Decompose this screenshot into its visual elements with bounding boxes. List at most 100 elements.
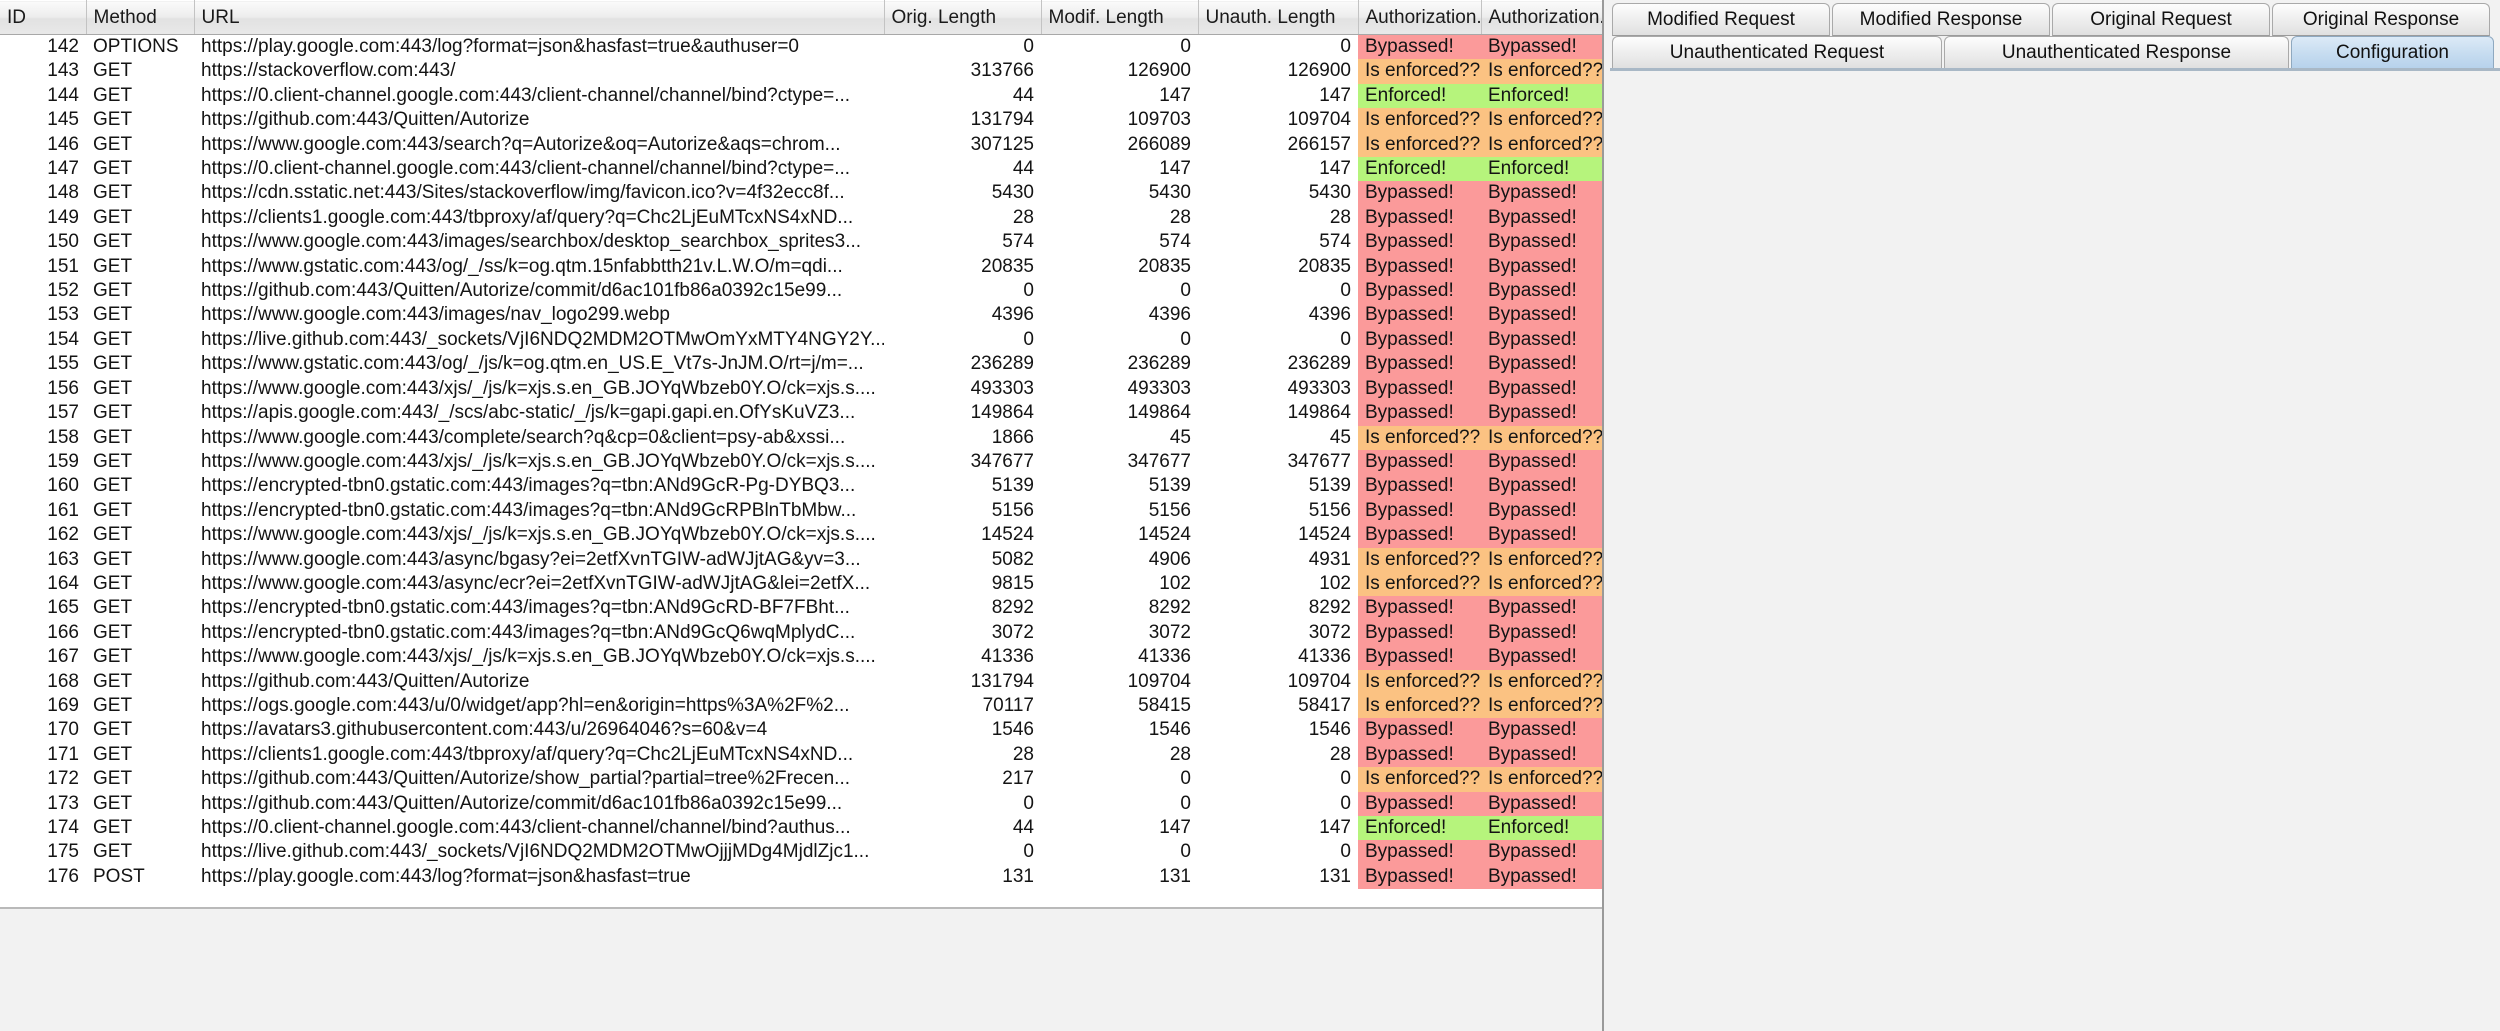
table-row[interactable]: 173GEThttps://github.com:443/Quitten/Aut…	[0, 792, 1604, 816]
cell-modif-length: 58415	[1041, 694, 1198, 718]
table-row[interactable]: 146GEThttps://www.google.com:443/search?…	[0, 133, 1604, 157]
cell-id: 142	[0, 35, 86, 60]
table-row[interactable]: 156GEThttps://www.google.com:443/xjs/_/j…	[0, 377, 1604, 401]
table-row[interactable]: 158GEThttps://www.google.com:443/complet…	[0, 426, 1604, 450]
cell-url: https://play.google.com:443/log?format=j…	[194, 35, 884, 60]
table-row[interactable]: 160GEThttps://encrypted-tbn0.gstatic.com…	[0, 474, 1604, 498]
cell-modif-length: 147	[1041, 816, 1198, 840]
cell-method: GET	[86, 279, 194, 303]
cell-authorization-1: Bypassed!	[1358, 718, 1481, 742]
table-row[interactable]: 165GEThttps://encrypted-tbn0.gstatic.com…	[0, 596, 1604, 620]
column-header-authz-2[interactable]: Authorization...	[1481, 1, 1604, 35]
column-header-method[interactable]: Method	[86, 1, 194, 35]
cell-authorization-2: Enforced!	[1481, 84, 1604, 108]
table-row[interactable]: 150GEThttps://www.google.com:443/images/…	[0, 230, 1604, 254]
column-header-authz-1[interactable]: Authorization...	[1358, 1, 1481, 35]
table-row[interactable]: 152GEThttps://github.com:443/Quitten/Aut…	[0, 279, 1604, 303]
tab-unauthenticated-request[interactable]: Unauthenticated Request	[1612, 36, 1942, 69]
cell-unauth-length: 131	[1198, 865, 1358, 889]
cell-authorization-1: Bypassed!	[1358, 328, 1481, 352]
cell-method: GET	[86, 206, 194, 230]
cell-authorization-1: Bypassed!	[1358, 279, 1481, 303]
cell-url: https://clients1.google.com:443/tbproxy/…	[194, 206, 884, 230]
column-header-orig-len[interactable]: Orig. Length	[884, 1, 1041, 35]
table-row[interactable]: 168GEThttps://github.com:443/Quitten/Aut…	[0, 670, 1604, 694]
cell-authorization-2: Is enforced??...	[1481, 133, 1604, 157]
tab-configuration[interactable]: Configuration	[2291, 36, 2494, 69]
cell-url: https://play.google.com:443/log?format=j…	[194, 865, 884, 889]
cell-unauth-length: 109704	[1198, 670, 1358, 694]
cell-authorization-2: Enforced!	[1481, 816, 1604, 840]
table-row[interactable]: 163GEThttps://www.google.com:443/async/b…	[0, 548, 1604, 572]
table-row[interactable]: 148GEThttps://cdn.sstatic.net:443/Sites/…	[0, 181, 1604, 205]
cell-unauth-length: 5156	[1198, 499, 1358, 523]
cell-authorization-2: Is enforced??...	[1481, 108, 1604, 132]
cell-url: https://encrypted-tbn0.gstatic.com:443/i…	[194, 621, 884, 645]
table-row[interactable]: 161GEThttps://encrypted-tbn0.gstatic.com…	[0, 499, 1604, 523]
cell-method: GET	[86, 450, 194, 474]
cell-method: GET	[86, 816, 194, 840]
table-row[interactable]: 166GEThttps://encrypted-tbn0.gstatic.com…	[0, 621, 1604, 645]
column-header-id[interactable]: ID	[0, 1, 86, 35]
table-row[interactable]: 171GEThttps://clients1.google.com:443/tb…	[0, 743, 1604, 767]
table-row[interactable]: 149GEThttps://clients1.google.com:443/tb…	[0, 206, 1604, 230]
table-row[interactable]: 170GEThttps://avatars3.githubusercontent…	[0, 718, 1604, 742]
cell-authorization-1: Is enforced??...	[1358, 59, 1481, 83]
tab-original-request[interactable]: Original Request	[2052, 3, 2270, 36]
table-row[interactable]: 169GEThttps://ogs.google.com:443/u/0/wid…	[0, 694, 1604, 718]
cell-url: https://www.google.com:443/search?q=Auto…	[194, 133, 884, 157]
cell-id: 156	[0, 377, 86, 401]
table-row[interactable]: 174GEThttps://0.client-channel.google.co…	[0, 816, 1604, 840]
cell-modif-length: 102	[1041, 572, 1198, 596]
cell-modif-length: 131	[1041, 865, 1198, 889]
table-row[interactable]: 159GEThttps://www.google.com:443/xjs/_/j…	[0, 450, 1604, 474]
table-row[interactable]: 145GEThttps://github.com:443/Quitten/Aut…	[0, 108, 1604, 132]
cell-authorization-1: Bypassed!	[1358, 474, 1481, 498]
table-row[interactable]: 144GEThttps://0.client-channel.google.co…	[0, 84, 1604, 108]
table-row[interactable]: 157GEThttps://apis.google.com:443/_/scs/…	[0, 401, 1604, 425]
tab-modified-request[interactable]: Modified Request	[1612, 3, 1830, 36]
table-row[interactable]: 153GEThttps://www.google.com:443/images/…	[0, 303, 1604, 327]
cell-method: GET	[86, 133, 194, 157]
table-row[interactable]: 142OPTIONShttps://play.google.com:443/lo…	[0, 35, 1604, 60]
column-header-url[interactable]: URL	[194, 1, 884, 35]
table-row[interactable]: 164GEThttps://www.google.com:443/async/e…	[0, 572, 1604, 596]
table-row[interactable]: 143GEThttps://stackoverflow.com:443/3137…	[0, 59, 1604, 83]
table-row[interactable]: 154GEThttps://live.github.com:443/_socke…	[0, 328, 1604, 352]
cell-modif-length: 266089	[1041, 133, 1198, 157]
cell-method: GET	[86, 108, 194, 132]
cell-orig-length: 9815	[884, 572, 1041, 596]
table-row[interactable]: 147GEThttps://0.client-channel.google.co…	[0, 157, 1604, 181]
tab-modified-response[interactable]: Modified Response	[1832, 3, 2050, 36]
tab-original-response[interactable]: Original Response	[2272, 3, 2490, 36]
table-row[interactable]: 162GEThttps://www.google.com:443/xjs/_/j…	[0, 523, 1604, 547]
cell-method: POST	[86, 865, 194, 889]
cell-authorization-1: Bypassed!	[1358, 377, 1481, 401]
cell-method: GET	[86, 548, 194, 572]
cell-modif-length: 14524	[1041, 523, 1198, 547]
table-row[interactable]: 151GEThttps://www.gstatic.com:443/og/_/s…	[0, 255, 1604, 279]
cell-authorization-2: Bypassed!	[1481, 181, 1604, 205]
column-header-modif-len[interactable]: Modif. Length	[1041, 1, 1198, 35]
table-row[interactable]: 176POSThttps://play.google.com:443/log?f…	[0, 865, 1604, 889]
cell-id: 154	[0, 328, 86, 352]
cell-method: GET	[86, 474, 194, 498]
cell-url: https://encrypted-tbn0.gstatic.com:443/i…	[194, 596, 884, 620]
cell-url: https://cdn.sstatic.net:443/Sites/stacko…	[194, 181, 884, 205]
cell-unauth-length: 0	[1198, 35, 1358, 60]
cell-id: 173	[0, 792, 86, 816]
table-row[interactable]: 175GEThttps://live.github.com:443/_socke…	[0, 840, 1604, 864]
cell-id: 159	[0, 450, 86, 474]
table-row[interactable]: 155GEThttps://www.gstatic.com:443/og/_/j…	[0, 352, 1604, 376]
cell-method: GET	[86, 840, 194, 864]
cell-method: GET	[86, 377, 194, 401]
table-row[interactable]: 167GEThttps://www.google.com:443/xjs/_/j…	[0, 645, 1604, 669]
cell-url: https://github.com:443/Quitten/Autorize/…	[194, 767, 884, 791]
tab-unauthenticated-response[interactable]: Unauthenticated Response	[1944, 36, 2289, 69]
column-header-unauth-len[interactable]: Unauth. Length	[1198, 1, 1358, 35]
cell-id: 166	[0, 621, 86, 645]
cell-authorization-1: Bypassed!	[1358, 181, 1481, 205]
table-row[interactable]: 172GEThttps://github.com:443/Quitten/Aut…	[0, 767, 1604, 791]
cell-modif-length: 0	[1041, 328, 1198, 352]
cell-id: 176	[0, 865, 86, 889]
